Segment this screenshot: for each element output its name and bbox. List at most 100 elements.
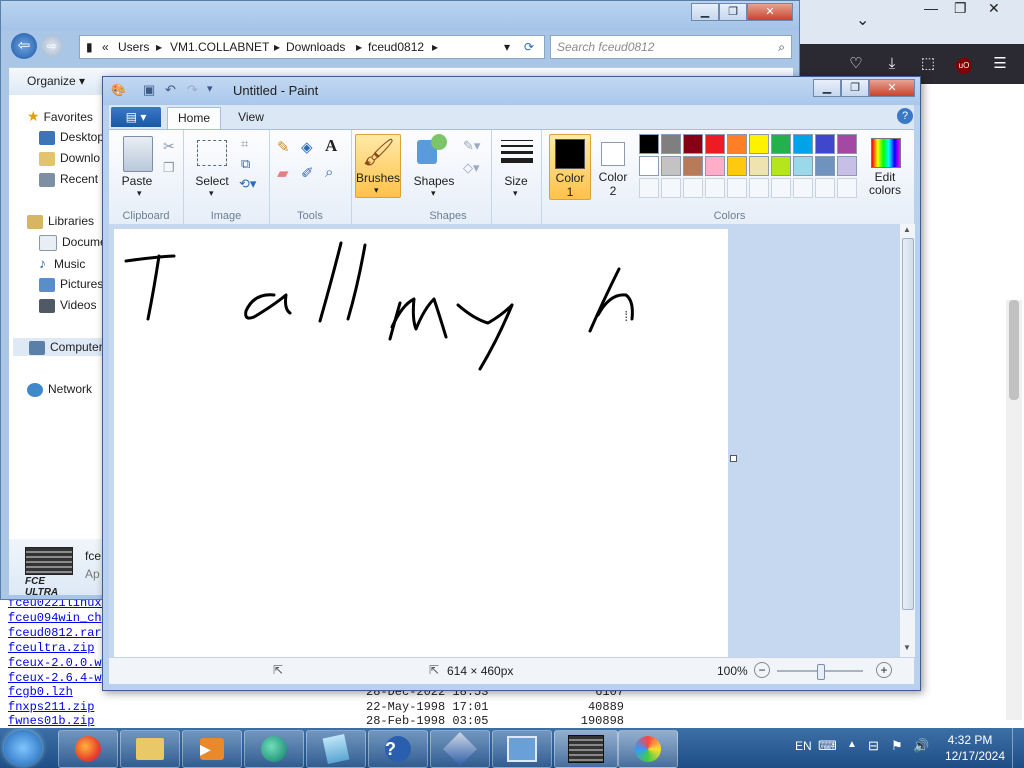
palette-color-swatch[interactable] [683,134,703,154]
nav-downloads[interactable]: Downlo [39,149,100,167]
pencil-icon[interactable]: ✎ [277,138,290,156]
paint-app-icon[interactable]: 🎨 [111,83,126,97]
select-button[interactable]: Select [191,174,233,188]
palette-color-swatch[interactable] [793,156,813,176]
copy-icon[interactable]: ❐ [163,160,175,176]
shapes-icon[interactable] [417,134,449,166]
network-tray-icon[interactable]: ⊟ [868,738,879,754]
magnifier-icon[interactable]: ⌕ [325,164,333,181]
nav-desktop[interactable]: Desktop [39,128,104,146]
close-button[interactable]: ✕ [747,3,793,21]
custom-color-slot[interactable] [727,178,747,198]
nav-recent[interactable]: Recent P [39,170,109,188]
undo-icon[interactable]: ↶ [165,82,176,98]
nav-pictures[interactable]: Pictures [39,275,103,293]
list-item[interactable]: fceux-2.0.0.w [8,656,102,671]
palette-color-swatch[interactable] [771,156,791,176]
palette-color-swatch[interactable] [749,134,769,154]
help-icon[interactable]: ? [897,108,913,124]
chevron-right-icon[interactable]: ▸ [156,36,162,58]
minimize-icon[interactable]: — [924,0,938,16]
scroll-up-icon[interactable]: ▲ [903,225,911,234]
palette-color-swatch[interactable] [639,134,659,154]
zoom-slider[interactable] [777,664,863,680]
palette-color-swatch[interactable] [793,134,813,154]
ublock-icon[interactable]: uO [952,52,976,76]
list-item[interactable]: fcgb0.lzh [8,685,73,700]
fill-icon[interactable]: ◈ [301,138,313,156]
address-bar[interactable]: ▮ « Users ▸ VM1.COLLABNET ▸ Downloads ▸ … [79,35,545,59]
rotate-icon[interactable]: ⟲▾ [239,176,256,192]
palette-color-swatch[interactable] [683,156,703,176]
virtualbox-icon[interactable] [430,730,490,768]
nav-documents[interactable]: Docume [39,233,107,251]
minimize-button[interactable]: ▁ [813,79,841,97]
drawing-canvas[interactable]: ⁞ [114,229,728,657]
color2-button[interactable]: Color 2 [593,134,633,198]
address-dropdown-icon[interactable]: ▾ [504,36,510,58]
chevron-right-icon[interactable]: ▸ [356,36,362,58]
clock-date[interactable]: 12/17/2024 [940,749,1010,763]
breadcrumb-downloads[interactable]: Downloads [286,36,345,58]
size-icon[interactable] [501,140,533,163]
minimize-button[interactable]: ▁ [691,3,719,21]
list-item[interactable]: fceultra.zip [8,641,94,656]
search-input[interactable]: Search fceud0812 ⌕ [550,35,792,59]
palette-color-swatch[interactable] [705,134,725,154]
tab-view[interactable]: View [227,107,275,129]
customize-toolbar-icon[interactable]: ▾ [207,82,213,95]
eraser-icon[interactable]: ▰ [277,164,289,182]
organize-button[interactable]: Organize ▾ [27,74,85,88]
palette-color-swatch[interactable] [727,134,747,154]
paint-menu-button[interactable]: ▤ ▾ [111,107,161,127]
list-item[interactable]: fceud0812.rar [8,626,102,641]
custom-color-slot[interactable] [705,178,725,198]
fceultra-icon[interactable] [554,730,618,768]
list-item[interactable]: fceu094win_ch [8,611,102,626]
outline-icon[interactable]: ✎▾ [463,138,480,154]
palette-color-swatch[interactable] [705,156,725,176]
nav-network[interactable]: Network [27,380,92,398]
zoom-out-button[interactable]: − [754,662,770,678]
flag-icon[interactable]: ⚑ [891,738,903,754]
paste-dropdown-icon[interactable]: ▾ [137,188,142,199]
maximize-button[interactable]: ❐ [841,79,869,97]
palette-color-swatch[interactable] [771,134,791,154]
text-icon[interactable]: A [325,136,337,156]
select-icon[interactable] [197,140,227,166]
show-desktop-button[interactable] [1012,728,1024,768]
clock-time[interactable]: 4:32 PM [940,733,1000,747]
extensions-icon[interactable]: ⬚ [916,52,940,76]
download-icon[interactable]: ⤓ [880,52,904,76]
pocket-icon[interactable]: ♡ [844,52,868,76]
close-button[interactable]: ✕ [869,79,915,97]
browser-icon[interactable] [244,730,304,768]
firefox-icon[interactable] [58,730,118,768]
breadcrumb-user[interactable]: VM1.COLLABNET [170,36,269,58]
paint-icon[interactable] [618,730,678,768]
shapes-button[interactable]: Shapes [409,174,459,188]
nav-computer[interactable]: Computer [13,338,109,356]
palette-color-swatch[interactable] [837,134,857,154]
nav-libraries[interactable]: Libraries [27,212,94,230]
back-button[interactable]: ⇦ [11,33,37,59]
color-picker-icon[interactable]: ✐ [301,164,314,182]
language-indicator[interactable]: EN [795,739,812,753]
refresh-icon[interactable]: ⟳ [524,36,534,58]
zoom-slider-thumb[interactable] [817,664,825,680]
search-icon[interactable]: ⌕ [778,36,785,58]
palette-color-swatch[interactable] [749,156,769,176]
size-dropdown-icon[interactable]: ▾ [513,188,518,199]
notepad-icon[interactable] [306,730,366,768]
custom-color-slot[interactable] [639,178,659,198]
size-button[interactable]: Size [495,174,537,188]
crop-icon[interactable]: ⌗ [241,136,248,152]
tab-home[interactable]: Home [167,107,221,130]
redo-icon[interactable]: ↷ [187,82,198,98]
start-orb[interactable] [4,730,42,766]
network-icon[interactable] [492,730,552,768]
zoom-in-button[interactable]: + [876,662,892,678]
browser-scrollbar[interactable] [1006,300,1022,720]
custom-color-slot[interactable] [837,178,857,198]
chevron-right-icon[interactable]: ▸ [432,36,438,58]
